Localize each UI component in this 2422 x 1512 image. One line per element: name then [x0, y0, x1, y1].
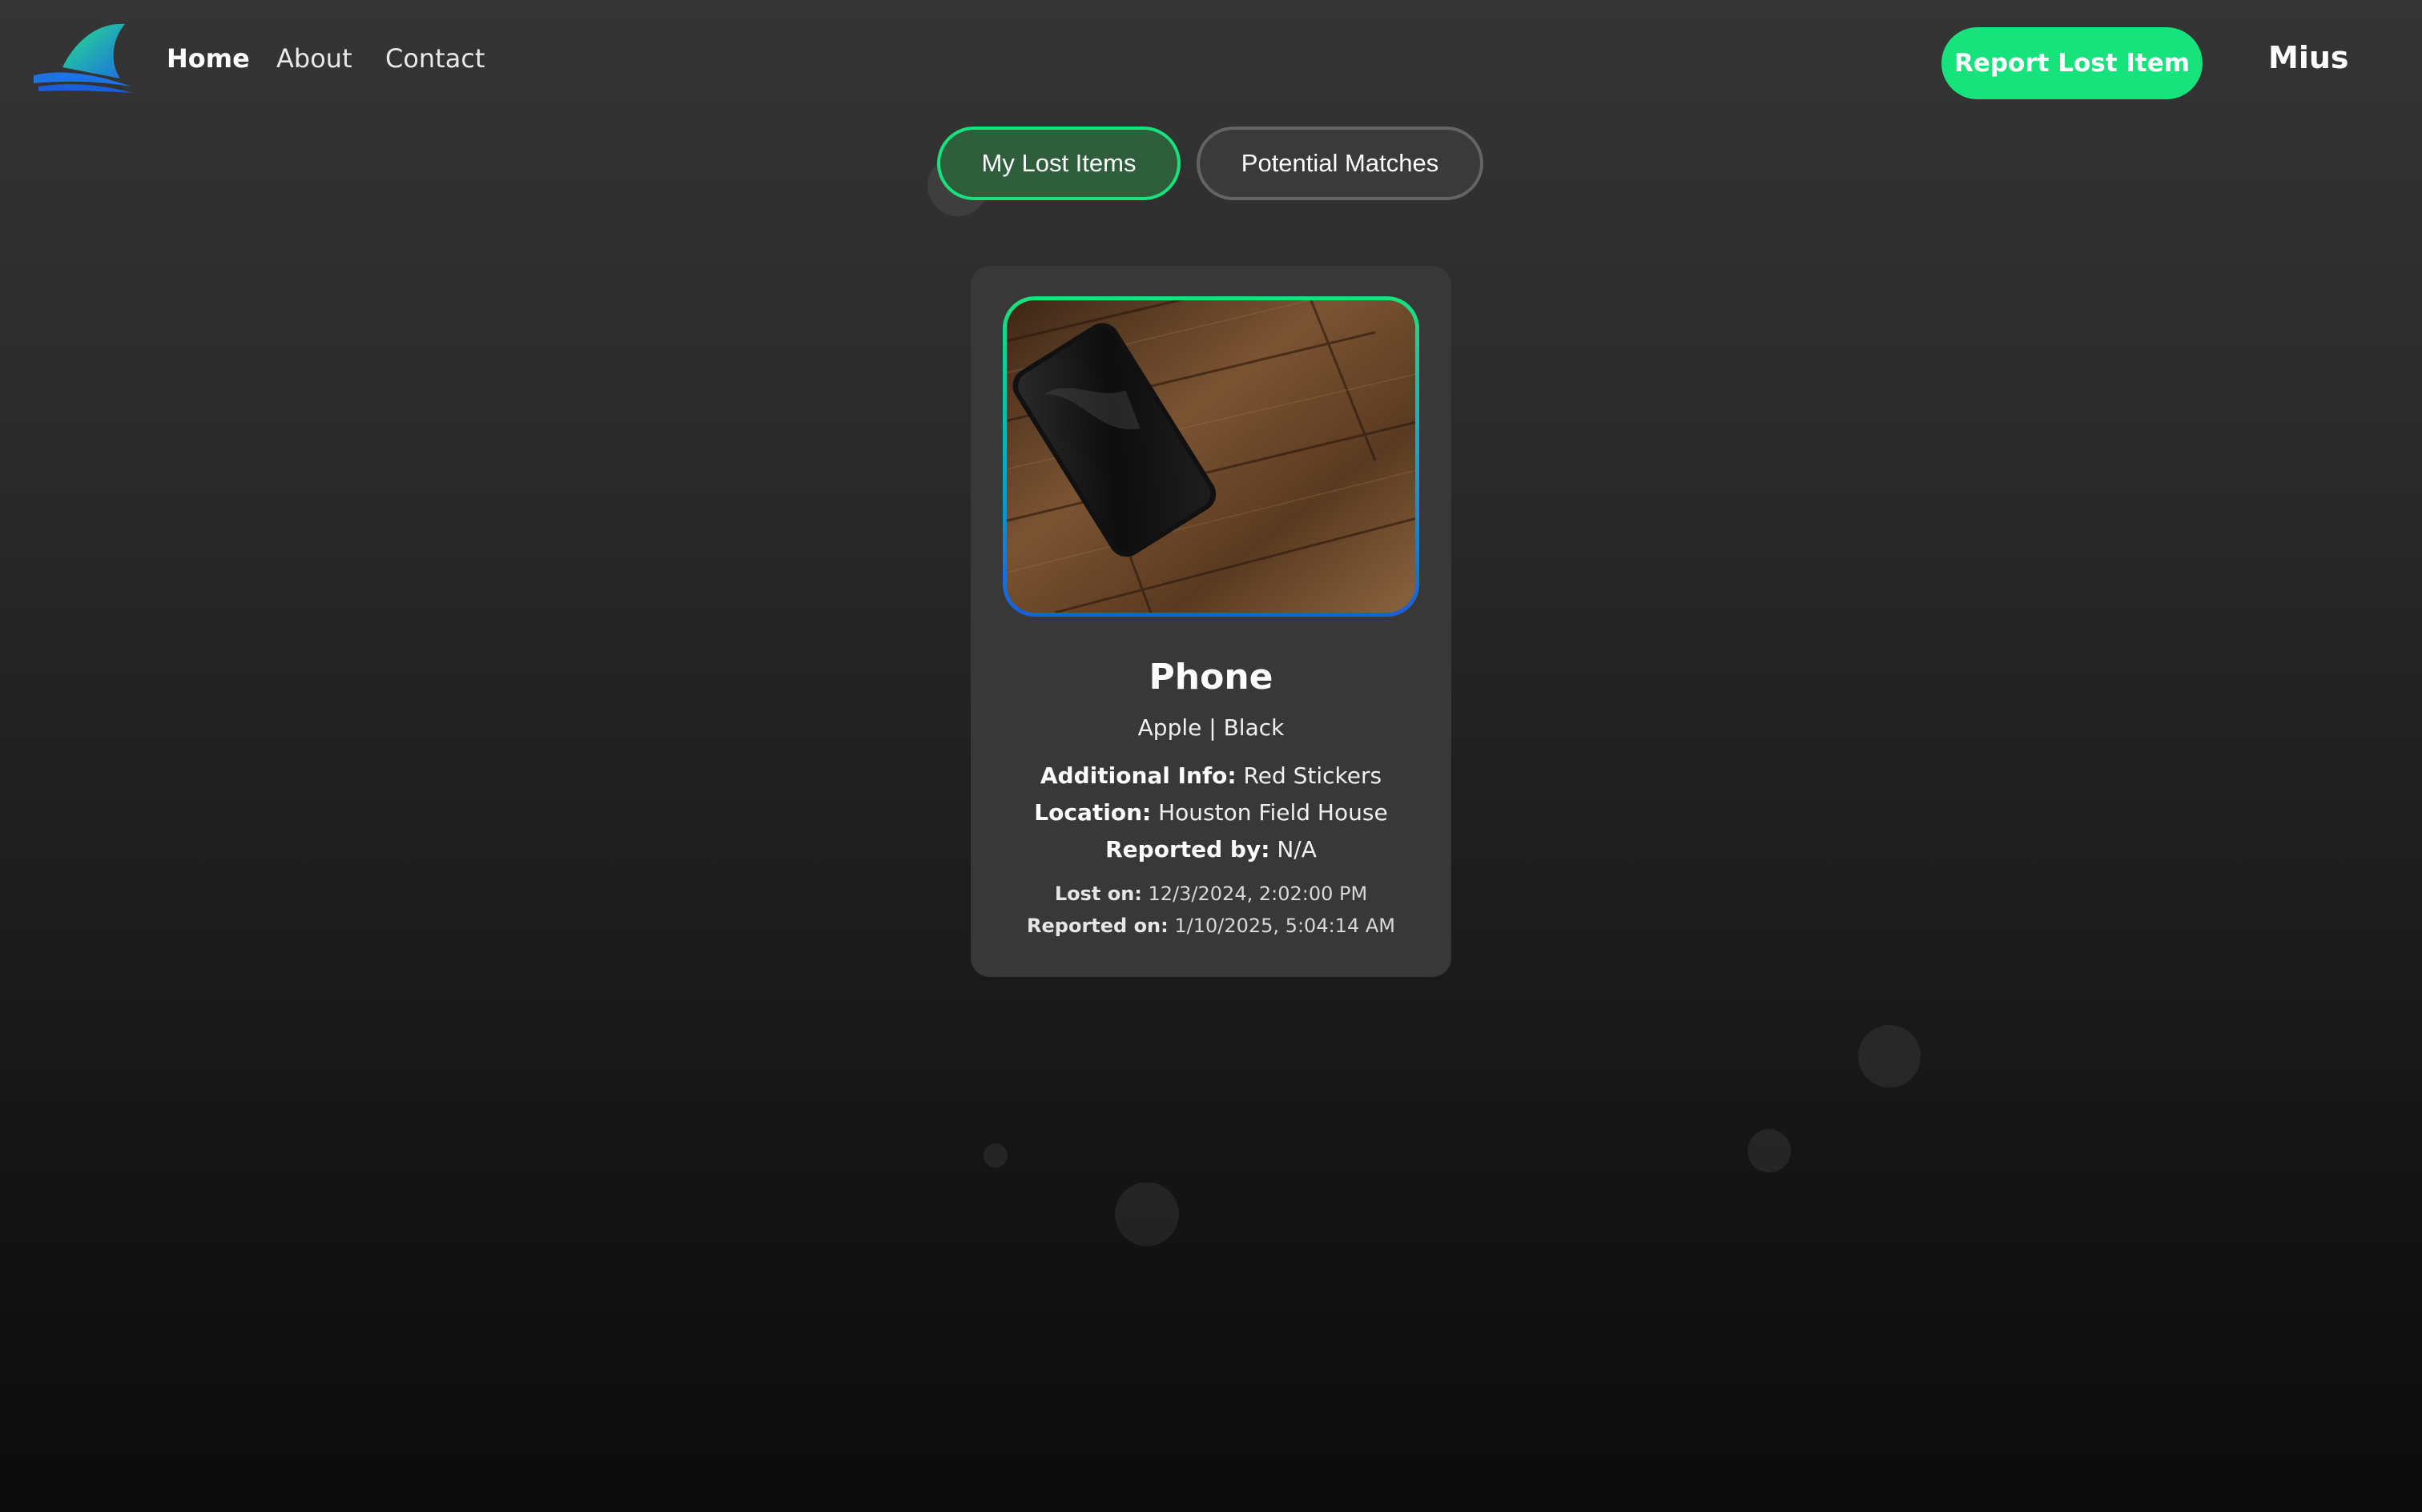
decorative-bubble — [984, 1144, 1008, 1168]
item-additional-info: Additional Info: Red Stickers — [971, 762, 1451, 789]
item-image-frame — [1003, 296, 1419, 617]
item-location: Location: Houston Field House — [971, 799, 1451, 826]
nav-link-contact[interactable]: Contact — [385, 43, 485, 74]
lost-on-label: Lost on: — [1054, 883, 1142, 905]
reported-by-label: Reported by: — [1105, 836, 1270, 863]
tab-potential-matches[interactable]: Potential Matches — [1197, 127, 1483, 200]
tab-my-lost-items[interactable]: My Lost Items — [937, 127, 1181, 200]
lost-on-value: 12/3/2024, 2:02:00 PM — [1148, 883, 1368, 905]
nav-link-home[interactable]: Home — [167, 43, 250, 74]
reported-on-value: 1/10/2025, 5:04:14 AM — [1174, 915, 1395, 937]
report-lost-item-button[interactable]: Report Lost Item — [1941, 27, 2203, 99]
decorative-bubble — [1748, 1129, 1791, 1172]
shark-fin-logo-icon[interactable] — [30, 19, 136, 93]
reported-by-value: N/A — [1277, 836, 1317, 863]
user-name[interactable]: Mius — [2268, 40, 2349, 75]
item-reported-by: Reported by: N/A — [971, 836, 1451, 863]
item-lost-on: Lost on: 12/3/2024, 2:02:00 PM — [971, 883, 1451, 905]
item-title: Phone — [1149, 657, 1273, 698]
lost-item-card[interactable]: Phone Apple | Black Additional Info: Red… — [971, 266, 1451, 977]
decorative-bubble — [1115, 1182, 1179, 1246]
additional-info-value: Red Stickers — [1243, 762, 1382, 789]
item-brand-color: Apple | Black — [1137, 714, 1285, 741]
location-value: Houston Field House — [1158, 799, 1388, 826]
navbar: Home About Contact Report Lost Item Mius — [0, 0, 2422, 125]
location-label: Location: — [1034, 799, 1152, 826]
item-reported-on: Reported on: 1/10/2025, 5:04:14 AM — [971, 915, 1451, 937]
item-image — [1007, 300, 1415, 613]
nav-link-about[interactable]: About — [276, 43, 352, 74]
additional-info-label: Additional Info: — [1040, 762, 1237, 789]
decorative-bubble — [1858, 1025, 1921, 1088]
reported-on-label: Reported on: — [1027, 915, 1169, 937]
